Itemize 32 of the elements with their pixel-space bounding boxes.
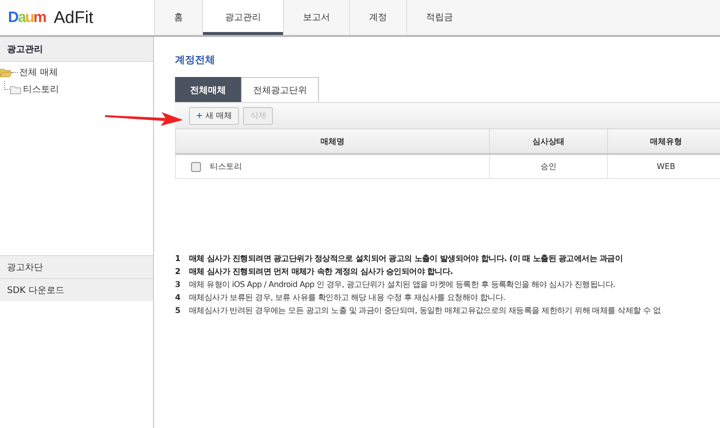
note-number: 3 — [175, 280, 181, 289]
column-header: 매체유형 — [608, 128, 720, 154]
nav-tab[interactable]: 보고서 — [283, 0, 349, 35]
tree-item[interactable]: 전체 매체 — [18, 66, 58, 79]
sidebar-section[interactable]: SDK 다운로드 — [0, 278, 153, 301]
tree-item[interactable]: 티스토리 — [22, 83, 59, 96]
logo[interactable]: Daum — [8, 9, 46, 26]
column-header: 심사상태 — [490, 128, 608, 154]
note-number: 1 — [175, 254, 181, 263]
table-cell: WEB — [656, 162, 676, 171]
note-number: 4 — [175, 293, 181, 302]
add-button[interactable]: + 새 매체 — [189, 106, 240, 124]
checkbox[interactable] — [191, 162, 201, 172]
note-text: 매체 심사가 진행되려면 광고단위가 정상적으로 설치되어 광고의 노출이 발생되어야 합니다. (이 때 노출된 광고에서는 과금이 — [189, 253, 623, 264]
sidebar-title: 광고관리 — [0, 37, 153, 62]
column-header: 매체명 — [176, 128, 490, 154]
nav-tab[interactable]: 적립금 — [406, 0, 472, 35]
page-title: 계정전체 — [175, 54, 216, 67]
table-cell: 티스토리 — [210, 161, 242, 172]
tab[interactable]: 전체광고단위 — [241, 77, 319, 102]
note-text: 매체심사가 보류된 경우, 보류 사유를 확인하고 해당 내용 수정 후 재심사를 요청해야 합니다. — [189, 292, 506, 303]
note-text: 매체 심사가 진행되려면 먼저 매체가 속한 계정의 심사가 승인되어야 합니다. — [189, 266, 453, 277]
note-text: 매체 유형이 iOS App / Android App 인 경우, 광고단위가 설치된 앱을 마켓에 등록한 후 등록확인을 해야 심사가 진행됩니다. — [189, 279, 616, 290]
nav-tab[interactable]: 광고관리 — [202, 0, 283, 35]
note-text: 매체심사가 반려된 경우에는 모든 광고의 노출 및 과금이 중단되며, 동일한 매체고유값으로의 재등록을 제한하기 위해 매체를 삭제할 수 없 — [189, 305, 661, 316]
product-name: AdFit — [54, 8, 94, 28]
nav-tab[interactable]: 계정 — [349, 0, 406, 35]
note-number: 5 — [175, 306, 181, 315]
note-number: 2 — [175, 267, 181, 276]
tab[interactable]: 전체매체 — [175, 77, 241, 102]
sidebar-section[interactable]: 광고차단 — [0, 255, 153, 278]
table-cell: 승인 — [540, 162, 556, 171]
